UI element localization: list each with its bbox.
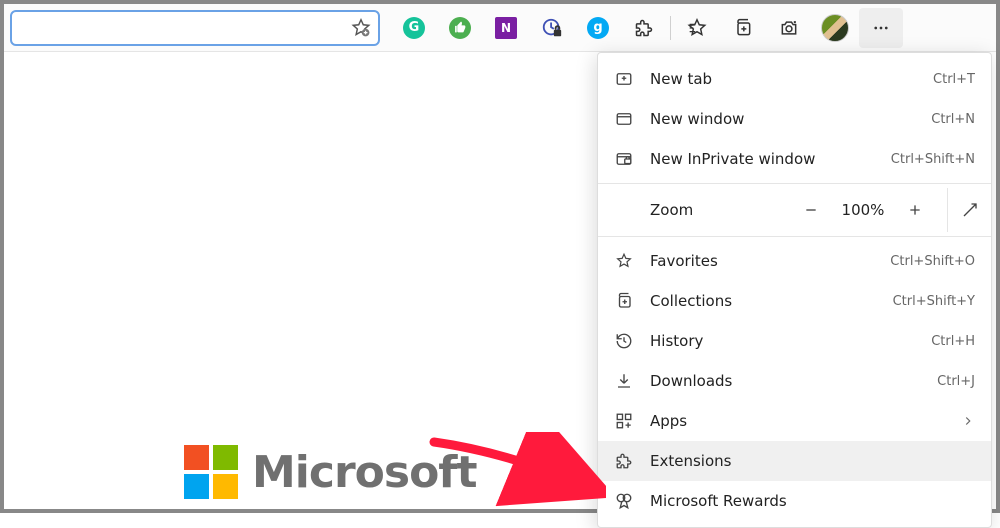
menu-label: Extensions — [650, 452, 975, 470]
menu-label: Downloads — [650, 372, 921, 390]
extension-circle-g-icon[interactable]: g — [576, 8, 620, 48]
menu-item-favorites[interactable]: Favorites Ctrl+Shift+O — [598, 241, 991, 281]
menu-item-rewards[interactable]: Microsoft Rewards — [598, 481, 991, 521]
zoom-label: Zoom — [650, 201, 783, 219]
menu-label: New window — [650, 110, 915, 128]
menu-label: History — [650, 332, 915, 350]
menu-label: Collections — [650, 292, 877, 310]
settings-menu-button[interactable] — [859, 8, 903, 48]
browser-toolbar: G N g — [4, 4, 996, 52]
apps-icon — [614, 411, 634, 431]
extension-thumbs-up-icon[interactable] — [438, 8, 482, 48]
menu-shortcut: Ctrl+H — [931, 334, 975, 349]
menu-label: New tab — [650, 70, 917, 88]
microsoft-logo: Microsoft — [184, 445, 476, 499]
toolbar-divider — [670, 16, 671, 40]
menu-item-new-tab[interactable]: New tab Ctrl+T — [598, 59, 991, 99]
zoom-value: 100% — [839, 201, 887, 219]
menu-label: Apps — [650, 412, 945, 430]
extension-clock-lock-icon[interactable] — [530, 8, 574, 48]
new-tab-icon — [614, 69, 634, 89]
new-window-icon — [614, 109, 634, 129]
extensions-button-icon[interactable] — [622, 8, 666, 48]
menu-shortcut: Ctrl+J — [937, 374, 975, 389]
profile-avatar[interactable] — [813, 8, 857, 48]
menu-shortcut: Ctrl+Shift+Y — [893, 294, 975, 309]
menu-item-inprivate[interactable]: New InPrivate window Ctrl+Shift+N — [598, 139, 991, 179]
settings-menu: New tab Ctrl+T New window Ctrl+N New InP… — [597, 52, 992, 528]
menu-separator — [598, 236, 991, 237]
menu-separator — [598, 183, 991, 184]
menu-item-collections[interactable]: Collections Ctrl+Shift+Y — [598, 281, 991, 321]
favorites-button-icon[interactable] — [675, 8, 719, 48]
menu-zoom-row: Zoom 100% — [598, 188, 991, 232]
menu-item-downloads[interactable]: Downloads Ctrl+J — [598, 361, 991, 401]
menu-label: New InPrivate window — [650, 150, 875, 168]
add-favorite-icon[interactable] — [350, 17, 372, 39]
menu-item-apps[interactable]: Apps — [598, 401, 991, 441]
zoom-out-button[interactable] — [791, 190, 831, 230]
inprivate-icon — [614, 149, 634, 169]
menu-label: Favorites — [650, 252, 874, 270]
chevron-right-icon — [961, 414, 975, 428]
extension-grammarly-icon[interactable]: G — [392, 8, 436, 48]
menu-shortcut: Ctrl+T — [933, 72, 975, 87]
screenshot-button-icon[interactable] — [767, 8, 811, 48]
favorites-icon — [614, 251, 634, 271]
menu-item-extensions[interactable]: Extensions — [598, 441, 991, 481]
rewards-icon — [614, 491, 634, 511]
collections-icon — [614, 291, 634, 311]
microsoft-logo-icon — [184, 445, 238, 499]
history-icon — [614, 331, 634, 351]
downloads-icon — [614, 371, 634, 391]
menu-shortcut: Ctrl+N — [931, 112, 975, 127]
microsoft-logo-text: Microsoft — [252, 447, 476, 498]
menu-shortcut: Ctrl+Shift+N — [891, 152, 975, 167]
collections-button-icon[interactable] — [721, 8, 765, 48]
url-input[interactable] — [18, 12, 350, 44]
menu-shortcut: Ctrl+Shift+O — [890, 254, 975, 269]
page-content: Microsoft New tab Ctrl+T New window Ctrl… — [4, 52, 996, 509]
menu-item-history[interactable]: History Ctrl+H — [598, 321, 991, 361]
extensions-icon — [614, 451, 634, 471]
menu-item-new-window[interactable]: New window Ctrl+N — [598, 99, 991, 139]
zoom-in-button[interactable] — [895, 190, 935, 230]
fullscreen-button[interactable] — [947, 188, 991, 232]
address-bar[interactable] — [10, 10, 380, 46]
extension-onenote-icon[interactable]: N — [484, 8, 528, 48]
menu-label: Microsoft Rewards — [650, 492, 975, 510]
